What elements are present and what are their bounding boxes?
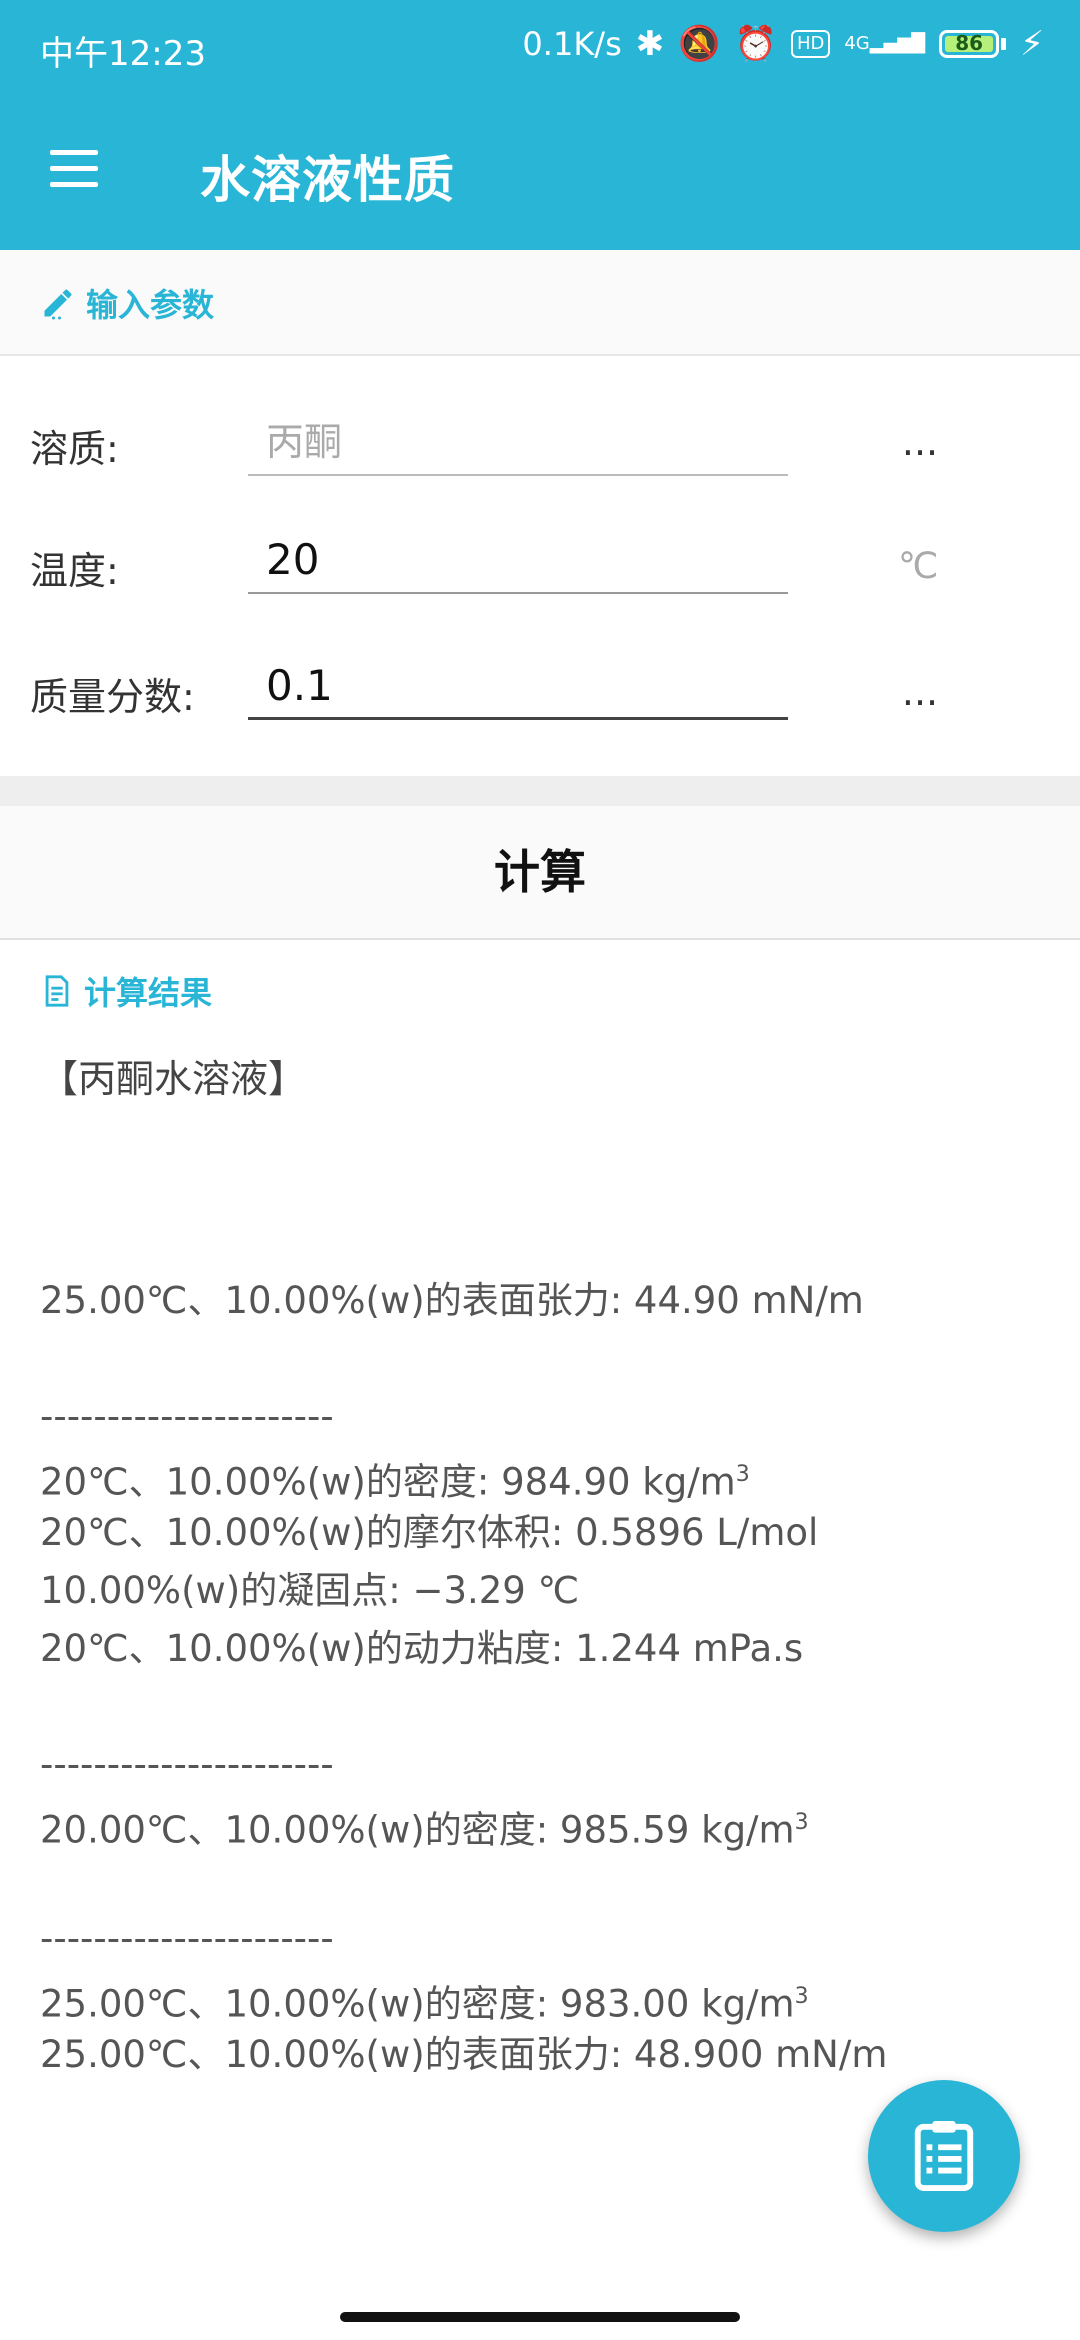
- input-header-text: 输入参数: [86, 286, 215, 324]
- result-header-text: 计算结果: [84, 974, 213, 1012]
- input-header-label: 输入参数: [40, 280, 214, 326]
- status-time: 中午12:23: [40, 34, 206, 74]
- result-separator: ----------------------: [40, 1743, 334, 1786]
- mute-icon: 🔕: [678, 24, 721, 64]
- battery-level: 86: [955, 31, 984, 55]
- result-line: [40, 1678, 1050, 1736]
- temperature-field[interactable]: 20: [248, 526, 788, 594]
- input-card: 溶质: 丙酮 ... 温度: 20 ℃ 质量分数: 0.1 ...: [0, 356, 1080, 776]
- input-section-header: 输入参数: [0, 250, 1080, 356]
- result-title: 【丙酮水溶液】: [40, 1057, 307, 1101]
- mass-fraction-label: 质量分数:: [30, 675, 195, 719]
- result-separator: ----------------------: [40, 1395, 334, 1438]
- temperature-label: 温度:: [30, 549, 119, 593]
- result-line: [40, 1852, 1050, 1910]
- hd-badge: HD: [790, 30, 831, 58]
- mass-fraction-more-button[interactable]: ...: [890, 670, 950, 714]
- result-line: 20.00℃、10.00%(w)的密度: 985.59 kg/m3: [40, 1808, 809, 1852]
- mass-fraction-field[interactable]: 0.1: [248, 652, 788, 720]
- signal-icon: 4G▂▄▆█: [844, 33, 926, 54]
- result-separator: ----------------------: [40, 1917, 334, 1960]
- battery-icon: 86: [939, 30, 1007, 58]
- calculate-button[interactable]: 计算: [0, 806, 1080, 940]
- solute-label: 溶质:: [30, 427, 119, 471]
- solute-more-button[interactable]: ...: [890, 420, 950, 464]
- top-bar: 中午12:23 0.1K/s ✱ 🔕 ⏰ HD 4G▂▄▆█ 86 ⚡ 水溶液性…: [0, 0, 1080, 250]
- section-divider: [0, 776, 1080, 806]
- result-line: 10.00%(w)的凝固点: −3.29 ℃: [40, 1569, 580, 1612]
- net-speed: 0.1K/s: [522, 25, 622, 63]
- result-line: 20℃、10.00%(w)的密度: 984.90 kg/m3: [40, 1460, 750, 1504]
- temperature-unit: ℃: [898, 546, 939, 587]
- clipboard-fab-button[interactable]: [868, 2080, 1020, 2232]
- result-line: 20℃、10.00%(w)的动力粘度: 1.244 mPa.s: [40, 1627, 804, 1670]
- charging-icon: ⚡: [1020, 24, 1044, 64]
- result-line: 25.00℃、10.00%(w)的密度: 983.00 kg/m3: [40, 1982, 809, 2026]
- document-icon: [45, 975, 69, 1007]
- result-line: 25.00℃、10.00%(w)的表面张力: 44.90 mN/m: [40, 1279, 864, 1322]
- solute-field[interactable]: 丙酮: [248, 408, 788, 476]
- hamburger-menu-icon[interactable]: [42, 144, 102, 194]
- app-bar: 水溶液性质: [0, 96, 1080, 250]
- result-section-header: 计算结果: [40, 968, 212, 1014]
- status-icons: 0.1K/s ✱ 🔕 ⏰ HD 4G▂▄▆█ 86 ⚡: [522, 24, 1044, 64]
- bluetooth-icon: ✱: [635, 24, 665, 64]
- signal-label: 4G: [844, 33, 870, 54]
- home-indicator[interactable]: [340, 2312, 740, 2322]
- result-list: 25.00℃、10.00%(w)的表面张力: 44.90 mN/m ------…: [40, 1272, 1050, 2084]
- edit-pencil-icon: [44, 289, 72, 320]
- page-title: 水溶液性质: [200, 151, 455, 209]
- result-line: 20℃、10.00%(w)的摩尔体积: 0.5896 L/mol: [40, 1511, 819, 1554]
- result-line: [40, 1330, 1050, 1388]
- alarm-icon: ⏰: [734, 24, 777, 64]
- status-bar: 中午12:23 0.1K/s ✱ 🔕 ⏰ HD 4G▂▄▆█ 86 ⚡: [0, 0, 1080, 96]
- result-line: 25.00℃、10.00%(w)的表面张力: 48.900 mN/m: [40, 2033, 888, 2076]
- clipboard-list-icon: [914, 2121, 974, 2191]
